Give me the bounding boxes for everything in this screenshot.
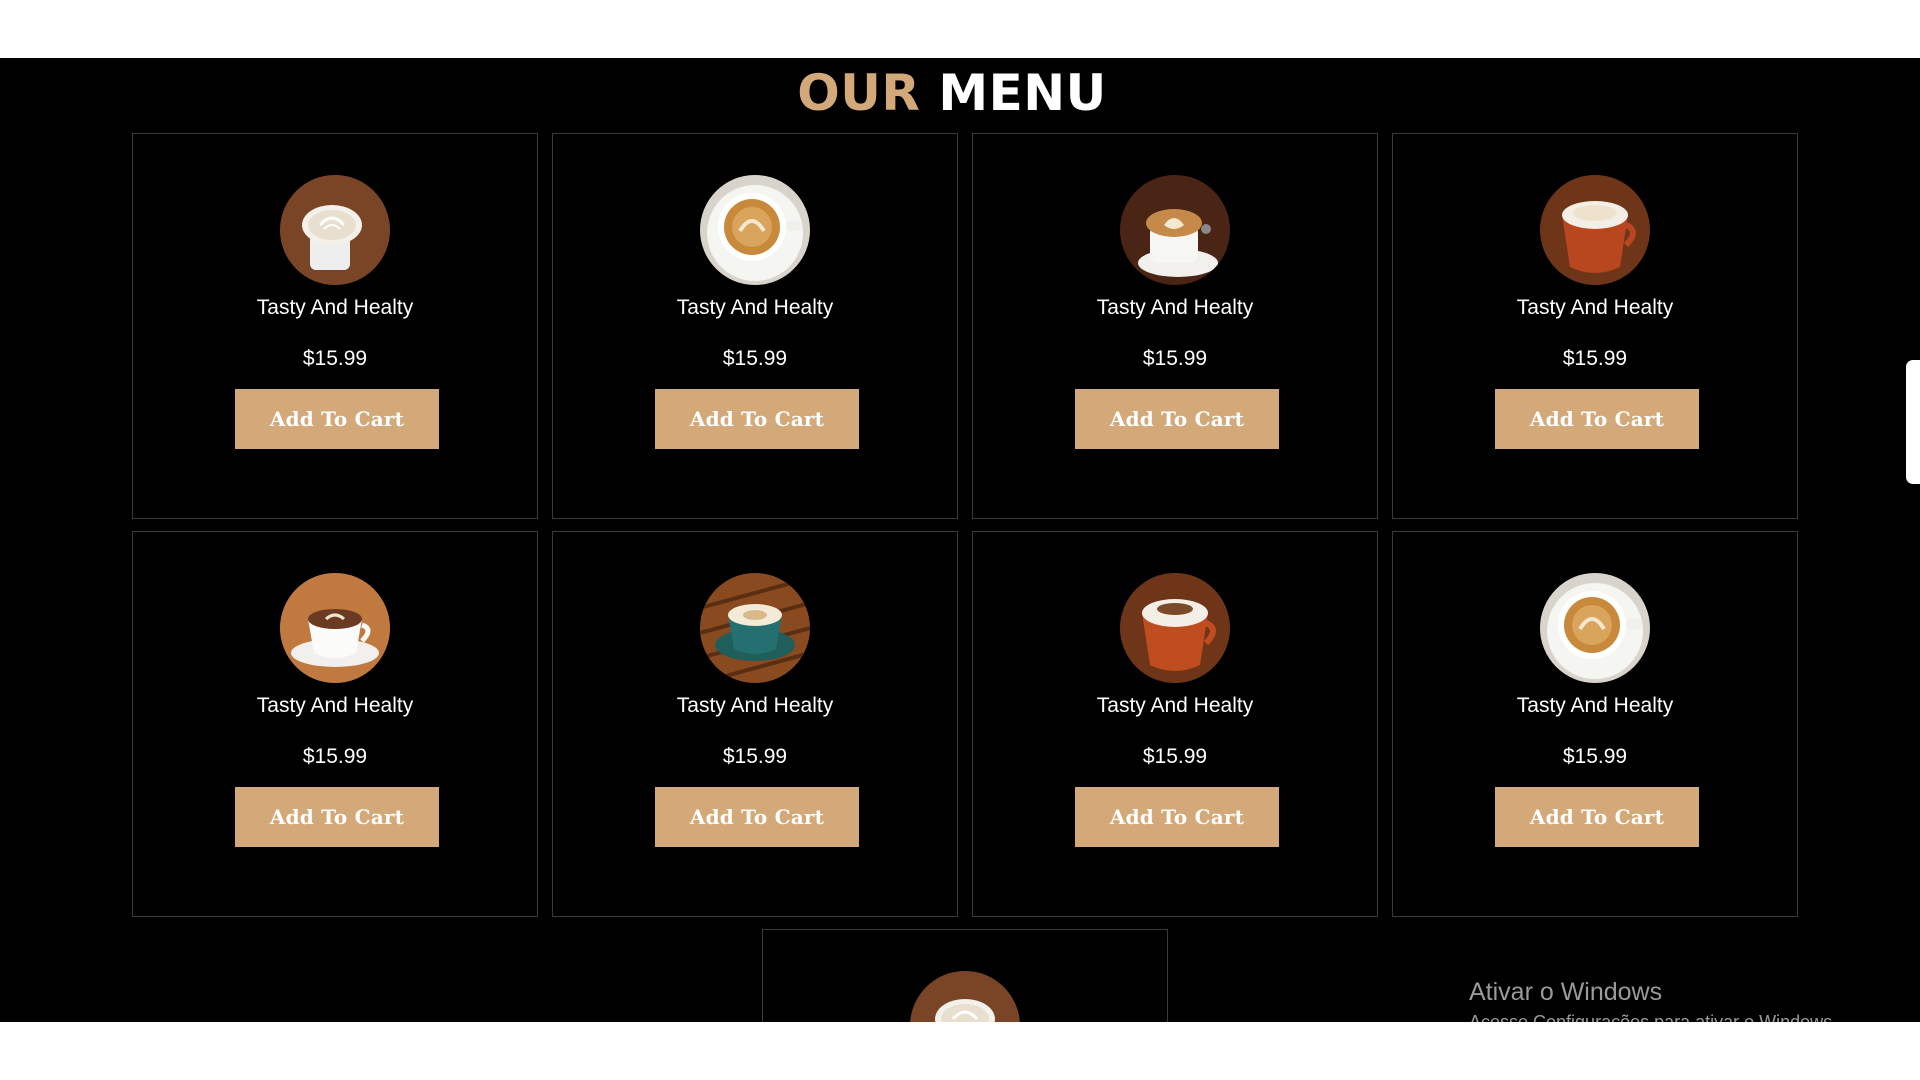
menu-card: Tasty And Healty $15.99 Add To Cart [1392, 133, 1798, 519]
menu-heading: OUR MENU [0, 58, 1904, 128]
item-price: $15.99 [722, 745, 788, 768]
windows-activation-watermark: Ativar o Windows Acesse Configurações pa… [1469, 976, 1837, 1022]
watermark-subtitle: Acesse Configurações para ativar o Windo… [1469, 1012, 1838, 1022]
add-to-cart-button[interactable]: Add To Cart [1495, 787, 1699, 847]
coffee-latte-mug-icon [910, 971, 1020, 1022]
add-to-cart-button[interactable]: Add To Cart [1495, 389, 1699, 449]
coffee-cup-topview-icon [1540, 573, 1650, 683]
menu-card: Tasty And Healty $15.99 Add To Cart [552, 133, 958, 519]
menu-grid: Tasty And Healty $15.99 Add To Cart Tast… [132, 133, 1800, 917]
add-to-cart-button[interactable]: Add To Cart [235, 787, 439, 847]
add-to-cart-button[interactable]: Add To Cart [1075, 389, 1279, 449]
item-price: $15.99 [1562, 745, 1628, 768]
bottom-white-strip [0, 1022, 1920, 1080]
item-name: Tasty And Healty [1096, 296, 1254, 319]
coffee-latte-art-icon [1120, 175, 1230, 285]
coffee-latte-mug-icon [280, 175, 390, 285]
watermark-title: Ativar o Windows [1469, 978, 1663, 1006]
item-price: $15.99 [302, 347, 368, 370]
menu-section: OUR MENU Tasty And Healty $15.99 Add To … [0, 58, 1920, 1022]
menu-card: Tasty And Healty $15.99 Add To Cart [132, 531, 538, 917]
item-price: $15.99 [1142, 347, 1208, 370]
coffee-teal-cup-icon [700, 573, 810, 683]
menu-card: Tasty And Healty $15.99 Add To Cart [552, 531, 958, 917]
menu-card: Tasty And Healty $15.99 Add To Cart [132, 133, 538, 519]
add-to-cart-button[interactable]: Add To Cart [655, 389, 859, 449]
item-price: $15.99 [1562, 347, 1628, 370]
heading-accent-word: OUR [797, 64, 921, 122]
item-name: Tasty And Healty [1516, 694, 1674, 717]
menu-card: Tasty And Healty $15.99 Add To Cart [972, 531, 1378, 917]
coffee-red-cup-icon [1540, 175, 1650, 285]
item-name: Tasty And Healty [1516, 296, 1674, 319]
add-to-cart-button[interactable]: Add To Cart [235, 389, 439, 449]
coffee-white-cup-icon [280, 573, 390, 683]
heading-main-word: MENU [938, 64, 1107, 122]
item-price: $15.99 [722, 347, 788, 370]
item-name: Tasty And Healty [676, 694, 834, 717]
item-price: $15.99 [1142, 745, 1208, 768]
menu-card: Tasty And Healty $15.99 Add To Cart [1392, 531, 1798, 917]
menu-card-partial [762, 929, 1168, 1022]
item-name: Tasty And Healty [256, 296, 414, 319]
item-name: Tasty And Healty [1096, 694, 1254, 717]
coffee-cup-topview-icon [700, 175, 810, 285]
item-name: Tasty And Healty [676, 296, 834, 319]
menu-card: Tasty And Healty $15.99 Add To Cart [972, 133, 1378, 519]
add-to-cart-button[interactable]: Add To Cart [655, 787, 859, 847]
add-to-cart-button[interactable]: Add To Cart [1075, 787, 1279, 847]
top-white-strip [0, 0, 1920, 58]
coffee-red-cup-icon [1120, 573, 1230, 683]
item-price: $15.99 [302, 745, 368, 768]
scrollbar-thumb[interactable] [1906, 360, 1920, 484]
item-name: Tasty And Healty [256, 694, 414, 717]
